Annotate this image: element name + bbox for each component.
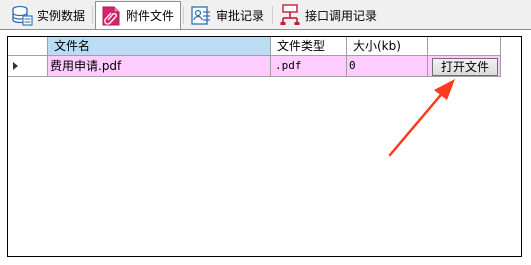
row-header-corner [8,37,48,56]
current-row-icon [13,62,18,70]
paperclip-icon [100,5,122,27]
database-icon [11,4,33,26]
tab-approval-records[interactable]: 审批记录 [185,2,271,28]
network-icon [279,4,301,26]
attachments-grid: 文件名 文件类型 大小(kb) 费用申请.pdf .pdf 0 打开文件 [7,36,522,257]
tab-label: 接口调用记录 [305,8,378,23]
tab-separator [92,6,93,24]
attachments-panel: 文件名 文件类型 大小(kb) 费用申请.pdf .pdf 0 打开文件 [0,29,531,265]
cell-file-type[interactable]: .pdf [271,56,347,77]
tab-separator [183,6,184,24]
tab-label: 附件文件 [126,9,175,23]
column-header-file-type[interactable]: 文件类型 [271,37,347,56]
tab-attachments[interactable]: 附件文件 [95,1,181,30]
tab-interface-call-records[interactable]: 接口调用记录 [274,2,386,28]
tab-instance-data[interactable]: 实例数据 [6,2,92,28]
column-header-size[interactable]: 大小(kb) [347,37,428,56]
column-header-action [428,37,501,56]
cell-file-name[interactable]: 费用申请.pdf [48,56,271,77]
tab-label: 实例数据 [37,8,86,23]
row-selector[interactable] [8,56,48,77]
cell-size[interactable]: 0 [347,56,428,77]
tab-bar: 实例数据 附件文件 审批记录 接口调用记录 [0,0,531,32]
tab-separator [272,6,273,24]
approval-record-icon [190,4,212,26]
open-file-button[interactable]: 打开文件 [432,58,498,76]
column-header-file-name[interactable]: 文件名 [48,37,271,56]
tab-label: 审批记录 [216,8,265,23]
